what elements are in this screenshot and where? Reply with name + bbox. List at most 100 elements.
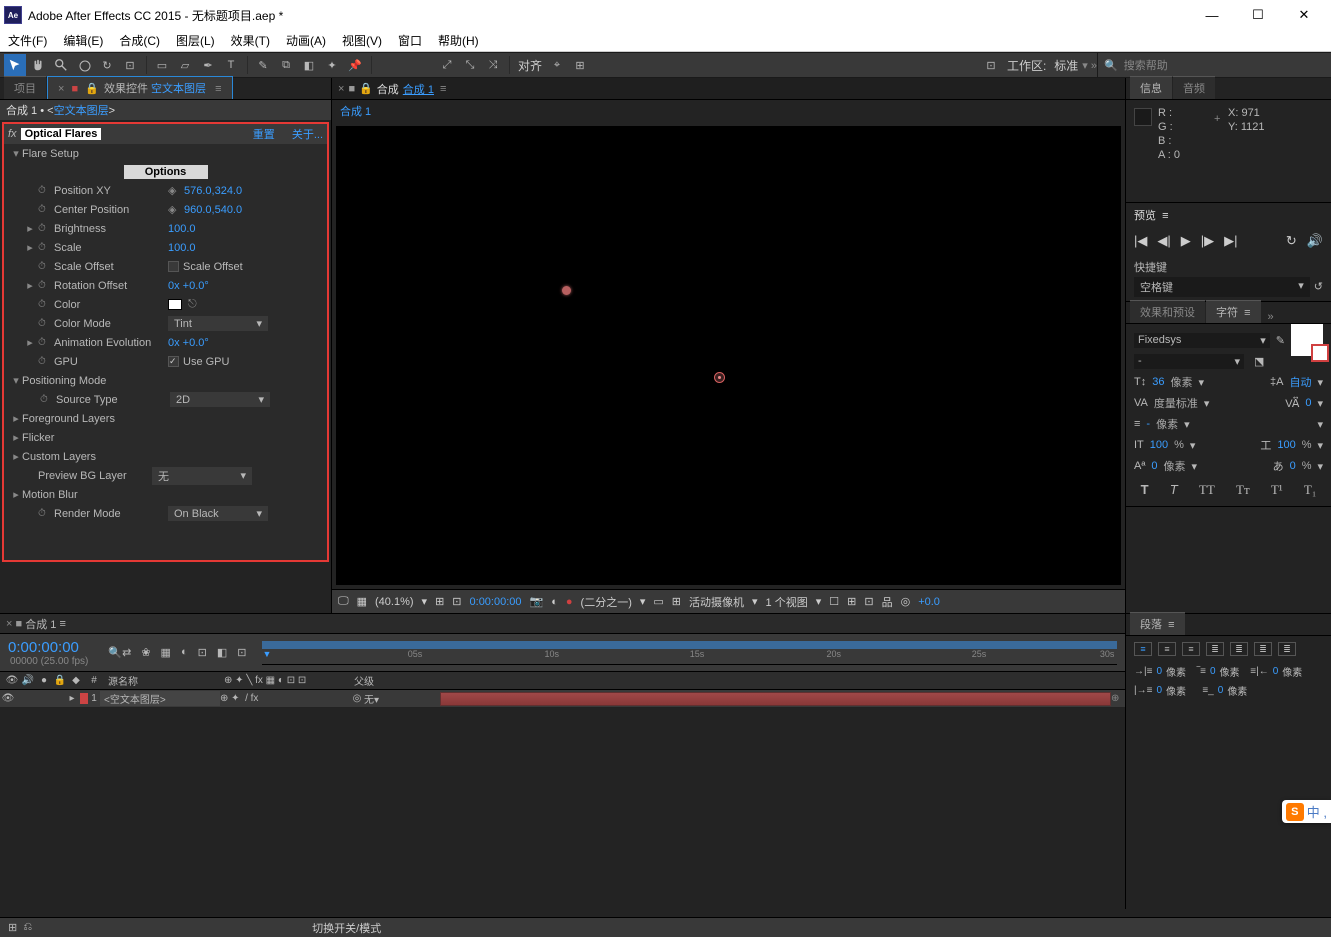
align-right-icon[interactable]: ≡ [1182, 642, 1200, 656]
justify-all-icon[interactable]: ≣ [1278, 642, 1296, 656]
align-left-icon[interactable]: ≡ [1134, 642, 1152, 656]
zoom-value[interactable]: (40.1%) [375, 596, 414, 608]
menu-view[interactable]: 视图(V) [334, 30, 390, 51]
tl-icon[interactable]: ⊡ [198, 646, 207, 659]
zoom-tool[interactable] [50, 54, 72, 76]
tl-icon[interactable]: ▦ [161, 646, 171, 659]
baseline-value[interactable]: 0 [1151, 460, 1157, 472]
preview-bg-dropdown[interactable]: 无▾ [152, 467, 252, 485]
motion-blur-group[interactable]: ▸Motion Blur [4, 485, 327, 504]
loop-icon[interactable]: ↻ [1286, 233, 1297, 249]
ime-badge[interactable]: S 中 , [1282, 800, 1331, 823]
lock-col-icon[interactable]: 🔒 [52, 675, 68, 686]
flare-setup-group[interactable]: ▾Flare Setup [4, 144, 327, 163]
smallcaps-icon[interactable]: Tᴛ [1236, 482, 1250, 498]
tracking-value[interactable]: 0 [1305, 397, 1311, 409]
timeline-time[interactable]: 0:00:00:00 [8, 639, 88, 656]
subscript-icon[interactable]: T₁ [1304, 482, 1316, 498]
play-icon[interactable]: ▶ [1181, 233, 1191, 249]
orbit-tool[interactable] [73, 54, 95, 76]
project-tab[interactable]: 项目 [4, 76, 46, 99]
footer-icon[interactable]: ⊞ [8, 921, 17, 934]
toggle-switches[interactable]: 切换开关/模式 [312, 920, 381, 936]
view-axis-icon[interactable]: ⤨ [482, 54, 504, 76]
hscale-value[interactable]: 100 [1277, 439, 1295, 451]
superscript-icon[interactable]: T¹ [1271, 482, 1283, 498]
timeline-tab[interactable]: 合成 1 [25, 616, 56, 632]
mute-icon[interactable]: 🔊 [1307, 233, 1323, 249]
puppet-tool[interactable]: 📌 [344, 54, 366, 76]
info-tab[interactable]: 信息 [1130, 76, 1172, 99]
monitor-icon[interactable]: 🖵 [338, 595, 349, 608]
character-tab[interactable]: 字符 ≡ [1206, 300, 1261, 323]
font-style-dropdown[interactable]: -▾ [1134, 354, 1244, 369]
tl-icon[interactable]: ❀ [141, 646, 150, 659]
tl-icon[interactable]: ⇄ [122, 646, 131, 659]
effect-header[interactable]: fx Optical Flares 重置 关于... [4, 124, 327, 144]
vscale-value[interactable]: 100 [1150, 439, 1168, 451]
flare-center-icon[interactable] [714, 372, 725, 383]
positioning-mode-group[interactable]: ▾Positioning Mode [4, 371, 327, 390]
brush-tool[interactable]: ✎ [252, 54, 274, 76]
parent-dropdown[interactable]: 无▾ [364, 691, 422, 706]
stroke-color-swatch[interactable] [1311, 344, 1329, 362]
eyedropper-icon[interactable]: ⎋ [188, 298, 197, 311]
allcaps-icon[interactable]: TT [1199, 482, 1215, 498]
clone-tool[interactable]: ⧉ [275, 54, 297, 76]
menu-composition[interactable]: 合成(C) [111, 30, 168, 51]
bold-icon[interactable]: T [1141, 482, 1149, 498]
leading-value[interactable]: 自动 [1289, 374, 1311, 390]
menu-effect[interactable]: 效果(T) [223, 30, 278, 51]
last-frame-icon[interactable]: ▶| [1224, 233, 1237, 249]
tl-icon[interactable]: ◐ [181, 646, 188, 659]
local-axis-icon[interactable]: ⤢ [436, 54, 458, 76]
exposure-value[interactable]: +0.0 [918, 596, 940, 608]
eyedropper-icon[interactable]: ✎ [1276, 334, 1285, 347]
world-axis-icon[interactable]: ⤡ [459, 54, 481, 76]
gpu-checkbox[interactable] [168, 356, 179, 367]
audio-col-icon[interactable]: 🔊 [20, 675, 36, 686]
tl-icon[interactable]: ◧ [217, 646, 227, 659]
tab-menu-icon[interactable]: ≡ [215, 83, 221, 95]
effects-presets-tab[interactable]: 效果和预设 [1130, 300, 1205, 323]
layer-duration-bar[interactable] [440, 692, 1111, 706]
first-frame-icon[interactable]: |◀ [1134, 233, 1147, 249]
search-icon[interactable]: 🔍 [108, 646, 122, 659]
snap-edge-icon[interactable]: ⊞ [569, 54, 591, 76]
fill-color-swatch[interactable] [1291, 324, 1323, 356]
preview-tab[interactable]: 预览 ≡ [1126, 203, 1331, 227]
swap-icon[interactable]: ⬔ [1254, 355, 1264, 368]
minimize-button[interactable]: — [1189, 0, 1235, 30]
options-button[interactable]: Options [124, 165, 208, 179]
color-swatch[interactable] [168, 299, 182, 310]
text-tool[interactable]: T [220, 54, 242, 76]
resolution-value[interactable]: (二分之一) [581, 594, 632, 610]
tl-icon[interactable]: ⊡ [237, 646, 246, 659]
comp-tab-link[interactable]: 合成 1 [403, 81, 434, 97]
shortcut-dropdown[interactable]: 空格键▾ [1134, 277, 1310, 297]
keyframe-icon[interactable]: ◈ [168, 184, 180, 197]
visibility-col-icon[interactable]: 👁 [4, 675, 20, 686]
close-tab-icon[interactable]: × [58, 83, 64, 95]
footer-icon[interactable]: ⎌ [23, 921, 32, 934]
search-help[interactable]: 🔍搜索帮助 [1097, 53, 1327, 77]
audio-tab[interactable]: 音频 [1173, 76, 1215, 99]
comp-breadcrumb[interactable]: 合成 1 [332, 100, 1125, 122]
font-dropdown[interactable]: Fixedsys▾ [1134, 333, 1270, 348]
eraser-tool[interactable]: ◧ [298, 54, 320, 76]
anchor-tool[interactable]: ▭ [151, 54, 173, 76]
menu-file[interactable]: 文件(F) [0, 30, 55, 51]
roto-tool[interactable]: ✦ [321, 54, 343, 76]
effect-about[interactable]: 关于... [292, 129, 323, 141]
time-ruler[interactable]: ▼ 05s 10s 15s 20s 25s 30s [262, 649, 1117, 665]
justify-center-icon[interactable]: ≣ [1230, 642, 1248, 656]
foreground-group[interactable]: ▸Foreground Layers [4, 409, 327, 428]
effect-reset[interactable]: 重置 [253, 129, 275, 141]
hand-tool[interactable] [27, 54, 49, 76]
flicker-group[interactable]: ▸Flicker [4, 428, 327, 447]
reset-icon[interactable]: ↺ [1314, 280, 1323, 293]
timeline-layer-row[interactable]: 👁 ▸ 1 <空文本图层> ⊕ ✦ / fx ◎ 无▾ ⊕ [0, 690, 1125, 708]
grid-icon[interactable]: ▦ [357, 595, 367, 608]
scale-offset-checkbox[interactable] [168, 261, 179, 272]
justify-left-icon[interactable]: ≣ [1206, 642, 1224, 656]
